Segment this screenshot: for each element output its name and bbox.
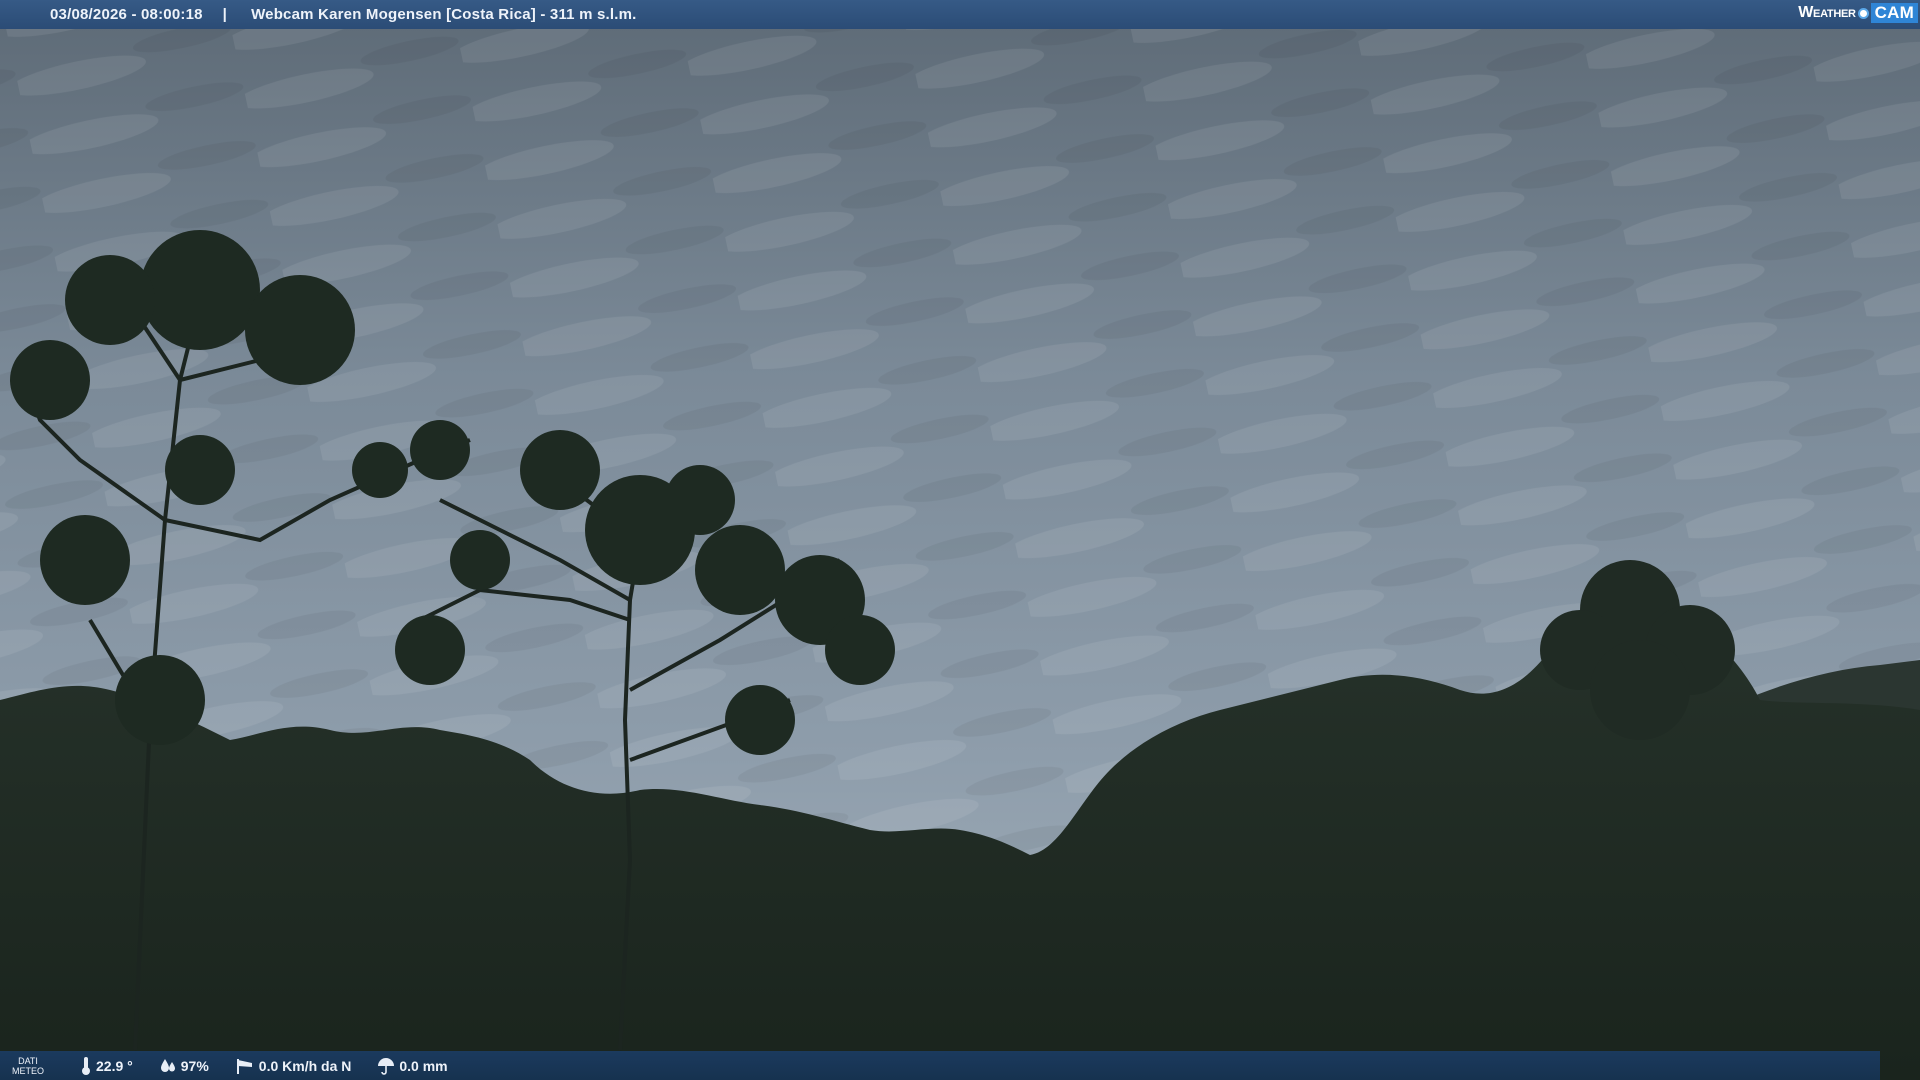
weathercam-logo: Weather CAM xyxy=(1798,3,1918,23)
camera-title: Webcam Karen Mogensen [Costa Rica] - 311… xyxy=(251,6,637,23)
wind-reading: 0.0 Km/h da N xyxy=(235,1057,352,1075)
weather-data-bar: DATI METEO 22.9 ° 97% 0.0 Km/h da N 0.0 … xyxy=(0,1051,1880,1080)
logo-cam-text: CAM xyxy=(1870,3,1918,23)
temperature-value: 22.9 ° xyxy=(96,1057,133,1074)
droplets-icon xyxy=(160,1058,175,1072)
dati-meteo-line1: DATI xyxy=(18,1055,38,1066)
separator: | xyxy=(222,6,228,23)
webcam-view: 03/08/2026 - 08:00:18 | Webcam Karen Mog… xyxy=(0,0,1920,1080)
umbrella-icon xyxy=(378,1057,395,1075)
wind-value: 0.0 Km/h da N xyxy=(258,1057,352,1074)
temperature-reading: 22.9 ° xyxy=(80,1056,133,1076)
humidity-reading: 97% xyxy=(159,1057,209,1075)
webcam-image xyxy=(0,0,1920,1080)
logo-dot-icon xyxy=(1857,7,1869,19)
rain-value: 0.0 mm xyxy=(399,1057,448,1074)
timestamp: 03/08/2026 - 08:00:18 xyxy=(50,6,203,23)
windsock-icon xyxy=(236,1058,252,1074)
logo-weather-text: Weather xyxy=(1798,4,1856,21)
dati-meteo-line2: METEO xyxy=(11,1065,44,1076)
thermometer-icon xyxy=(82,1056,90,1075)
info-bar: 03/08/2026 - 08:00:18 | Webcam Karen Mog… xyxy=(0,0,1920,29)
dati-meteo-label: DATI METEO xyxy=(0,1056,56,1076)
rain-reading: 0.0 mm xyxy=(377,1057,448,1075)
humidity-value: 97% xyxy=(180,1057,209,1074)
